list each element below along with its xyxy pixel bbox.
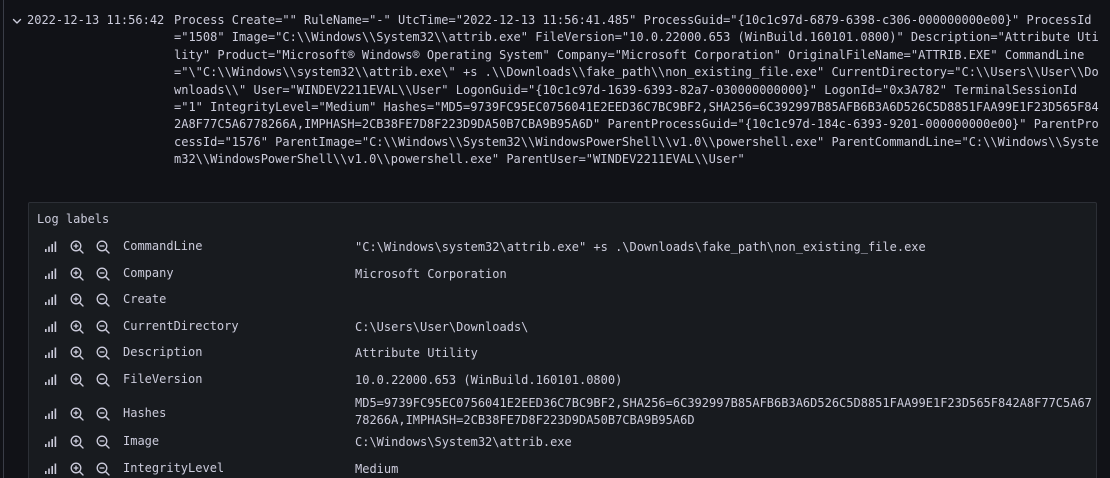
zoom-out-icon[interactable]	[95, 372, 111, 388]
log-line: Process Create="" RuleName="-" UtcTime="…	[174, 13, 1099, 167]
label-row: Company Microsoft Corporation	[29, 266, 1096, 283]
zoom-in-icon[interactable]	[69, 239, 85, 255]
label-actions	[43, 434, 113, 450]
zoom-out-icon[interactable]	[95, 292, 111, 308]
label-key: Company	[123, 266, 174, 280]
log-row-rail	[3, 0, 4, 478]
zoom-in-icon[interactable]	[69, 434, 85, 450]
label-row: Hashes MD5=9739FC95EC0756041E2EED36C7BC9…	[29, 396, 1096, 431]
bar-chart-icon[interactable]	[43, 292, 59, 308]
label-key: CommandLine	[123, 239, 203, 253]
zoom-out-icon[interactable]	[95, 345, 111, 361]
bar-chart-icon[interactable]	[43, 406, 59, 422]
label-key: FileVersion	[123, 372, 203, 386]
label-value: Attribute Utility	[355, 346, 478, 360]
log-labels-panel: Log labels CommandLine "C:\Windows\syste…	[28, 202, 1097, 478]
zoom-in-icon[interactable]	[69, 292, 85, 308]
label-row: Create	[29, 292, 1096, 309]
label-actions	[43, 239, 113, 255]
label-value: MD5=9739FC95EC0756041E2EED36C7BC9BF2,SHA…	[355, 396, 1092, 427]
bar-chart-icon[interactable]	[43, 345, 59, 361]
label-value: Microsoft Corporation	[355, 267, 507, 281]
label-row: CurrentDirectory C:\Users\User\Downloads…	[29, 319, 1096, 336]
label-row: IntegrityLevel Medium	[29, 461, 1096, 478]
label-key: Create	[123, 292, 167, 306]
label-row: CommandLine "C:\Windows\system32\attrib.…	[29, 239, 1096, 256]
zoom-out-icon[interactable]	[95, 434, 111, 450]
label-value: C:\Windows\System32\attrib.exe	[355, 435, 572, 449]
zoom-out-icon[interactable]	[95, 406, 111, 422]
label-value: C:\Users\User\Downloads\	[355, 320, 529, 334]
zoom-in-icon[interactable]	[69, 406, 85, 422]
zoom-in-icon[interactable]	[69, 319, 85, 335]
zoom-out-icon[interactable]	[95, 239, 111, 255]
bar-chart-icon[interactable]	[43, 434, 59, 450]
zoom-in-icon[interactable]	[69, 372, 85, 388]
bar-chart-icon[interactable]	[43, 319, 59, 335]
zoom-in-icon[interactable]	[69, 461, 85, 477]
panel-title: Log labels	[37, 212, 110, 226]
label-actions	[43, 406, 113, 422]
bar-chart-icon[interactable]	[43, 461, 59, 477]
bar-chart-icon[interactable]	[43, 266, 59, 282]
log-timestamp: 2022-12-13 11:56:42	[27, 13, 165, 27]
label-actions	[43, 372, 113, 388]
chevron-down-icon[interactable]	[10, 14, 24, 28]
label-key: Image	[123, 434, 160, 448]
label-actions	[43, 345, 113, 361]
zoom-in-icon[interactable]	[69, 345, 85, 361]
label-row: Image C:\Windows\System32\attrib.exe	[29, 434, 1096, 451]
zoom-out-icon[interactable]	[95, 319, 111, 335]
label-actions	[43, 266, 113, 282]
log-row[interactable]: 2022-12-13 11:56:42 Process Create="" Ru…	[10, 12, 1110, 182]
label-value: Medium	[355, 462, 399, 476]
bar-chart-icon[interactable]	[43, 372, 59, 388]
label-actions	[43, 292, 113, 308]
label-key: Description	[123, 345, 203, 359]
label-key: IntegrityLevel	[123, 461, 225, 475]
zoom-out-icon[interactable]	[95, 266, 111, 282]
label-key: CurrentDirectory	[123, 319, 239, 333]
label-row: FileVersion 10.0.22000.653 (WinBuild.160…	[29, 372, 1096, 389]
label-value: 10.0.22000.653 (WinBuild.160101.0800)	[355, 373, 623, 387]
label-row: Description Attribute Utility	[29, 345, 1096, 362]
bar-chart-icon[interactable]	[43, 239, 59, 255]
zoom-out-icon[interactable]	[95, 461, 111, 477]
label-actions	[43, 461, 113, 477]
label-actions	[43, 319, 113, 335]
label-key: Hashes	[123, 406, 167, 420]
label-value: "C:\Windows\system32\attrib.exe" +s .\Do…	[355, 240, 926, 254]
zoom-in-icon[interactable]	[69, 266, 85, 282]
